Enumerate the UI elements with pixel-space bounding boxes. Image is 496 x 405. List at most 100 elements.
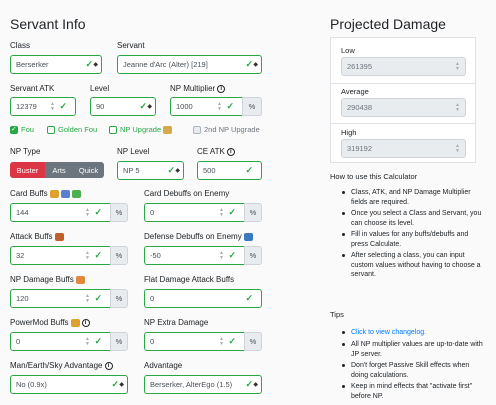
attack-buffs-value: 32 [16, 251, 25, 260]
buff-icon [71, 189, 81, 198]
np-multiplier-input[interactable]: 1000 ▲ ▼ ✓ [170, 97, 243, 116]
powermod-value: 0 [16, 337, 21, 346]
advantage-value: Berserker, AlterEgo (1.5) [150, 380, 233, 389]
info-icon[interactable]: i [81, 318, 90, 327]
spinner-icon[interactable]: ▲ ▼ [50, 102, 55, 112]
check-icon: ✓ [94, 207, 102, 217]
flat-damage-input[interactable]: 0 ✓ [144, 289, 262, 308]
projected-damage-title: Projected Damage [330, 16, 446, 32]
np-damage-buffs-value: 120 [16, 294, 29, 303]
spinner-icon[interactable]: ▲ ▼ [219, 251, 224, 261]
spinner-icon[interactable]: ▲ ▼ [85, 294, 90, 304]
check-icon: ✓ [94, 336, 102, 346]
defense-debuffs-input[interactable]: -50 ▲ ▼ ✓ [144, 246, 245, 265]
man-earth-sky-select[interactable]: No (0.9x) ✓ ◆ [10, 375, 128, 394]
powermod-input[interactable]: 0 ▲ ▼ ✓ [10, 332, 111, 351]
golden-fou-label: Golden Fou [58, 125, 98, 134]
man-earth-sky-label: Man/Earth/Sky Advantage i [10, 361, 113, 371]
chevron-icon: ◆ [253, 62, 258, 68]
servant-select[interactable]: Jeanne d'Arc (Alter) [219] ✓ ◆ [117, 55, 262, 74]
atk-input[interactable]: 12379 ▲ ▼ ✓ [10, 97, 76, 116]
spinner-icon[interactable]: ▲ ▼ [219, 337, 224, 347]
check-icon: ✓ [94, 293, 102, 303]
chevron-icon: ◆ [253, 382, 258, 388]
second-np-upgrade-checkbox[interactable] [193, 126, 201, 134]
attack-buffs-unit: % [110, 246, 128, 265]
card-debuffs-unit: % [244, 203, 262, 222]
attack-buffs-input[interactable]: 32 ▲ ▼ ✓ [10, 246, 111, 265]
flat-damage-value: 0 [150, 294, 155, 303]
card-debuffs-value: 0 [150, 208, 155, 217]
arts-button[interactable]: Arts [45, 162, 73, 178]
np-extra-label: NP Extra Damage [144, 318, 209, 327]
level-select[interactable]: 90 ✓ ◆ [90, 97, 156, 116]
spinner-icon[interactable]: ▲ ▼ [85, 251, 90, 261]
man-earth-sky-value: No (0.9x) [16, 380, 47, 389]
tip-item-2: Don't forget Passive Skill effects when … [342, 361, 487, 380]
spinner-icon[interactable]: ▲ ▼ [85, 337, 90, 347]
np-level-value: NP 5 [123, 166, 140, 175]
how-item-2: Once you select a Class and Servant, you… [342, 209, 487, 228]
info-icon[interactable]: i [217, 84, 226, 93]
golden-fou-checkbox[interactable] [47, 126, 55, 134]
np-extra-input[interactable]: 0 ▲ ▼ ✓ [144, 332, 245, 351]
powermod-label: PowerMod Buffs i [10, 318, 90, 328]
card-debuffs-input[interactable]: 0 ▲ ▼ ✓ [144, 203, 245, 222]
servant-value: Jeanne d'Arc (Alter) [219] [123, 60, 208, 69]
advantage-select[interactable]: Berserker, AlterEgo (1.5) ✓ ◆ [144, 375, 262, 394]
spinner-icon[interactable]: ▲ ▼ [217, 102, 222, 112]
check-icon: ✓ [139, 101, 147, 111]
changelog-link[interactable]: Click to view changelog. [342, 328, 487, 338]
check-icon: ✓ [245, 293, 253, 303]
np-multiplier-unit: % [242, 97, 262, 116]
class-select[interactable]: Berserker ✓ ◆ [10, 55, 102, 74]
info-icon[interactable]: i [104, 361, 113, 370]
low-label: Low [341, 46, 355, 55]
buff-icon [60, 189, 70, 198]
check-icon: ✓ [228, 207, 236, 217]
how-item-3: Fill in values for any buffs/debuffs and… [342, 230, 487, 249]
chevron-icon: ◆ [175, 168, 180, 174]
high-label: High [341, 128, 357, 137]
check-icon: ✓ [167, 165, 175, 175]
check-icon: ✓ [94, 250, 102, 260]
fou-checkbox[interactable] [10, 125, 18, 134]
np-upgrade-checkbox[interactable] [109, 126, 117, 134]
powermod-unit: % [110, 332, 128, 351]
np-level-select[interactable]: NP 5 ✓ ◆ [117, 161, 184, 180]
ce-atk-value: 500 [203, 166, 216, 175]
advantage-label: Advantage [144, 361, 183, 370]
divider [331, 123, 475, 124]
np-multiplier-label: NP Multiplier i [170, 84, 226, 94]
chevron-icon: ◆ [119, 382, 124, 388]
fou-label: Fou [21, 125, 34, 134]
level-label: Level [90, 84, 110, 93]
high-output: 319192 ▲ ▼ [341, 139, 466, 158]
check-icon: ✓ [111, 379, 119, 389]
how-item-1: Class, ATK, and NP Damage Multiplier fie… [342, 188, 487, 207]
buff-icon [49, 189, 59, 198]
np-extra-unit: % [244, 332, 262, 351]
check-icon: ✓ [228, 250, 236, 260]
class-label: Class [10, 41, 31, 50]
quick-button[interactable]: Quick [73, 162, 104, 178]
atk-label: Servant ATK [10, 84, 55, 93]
card-buffs-input[interactable]: 144 ▲ ▼ ✓ [10, 203, 111, 222]
average-output: 290438 ▲ ▼ [341, 98, 466, 117]
check-icon: ✓ [245, 165, 253, 175]
np-multiplier-value: 1000 [176, 102, 193, 111]
card-buffs-value: 144 [16, 208, 29, 217]
low-output: 261395 ▲ ▼ [341, 57, 466, 76]
attack-buffs-label: Attack Buffs [10, 232, 64, 242]
buster-button[interactable]: Buster [10, 162, 45, 178]
spinner-icon[interactable]: ▲ ▼ [85, 208, 90, 218]
ce-atk-label: CE ATK i [197, 147, 235, 157]
check-icon: ✓ [245, 379, 253, 389]
np-damage-buffs-input[interactable]: 120 ▲ ▼ ✓ [10, 289, 111, 308]
tip-item-1: All NP multiplier values are up-to-date … [342, 340, 487, 359]
ce-atk-input[interactable]: 500 ✓ [197, 161, 262, 180]
np-type-label: NP Type [10, 147, 41, 156]
defense-debuffs-value: -50 [150, 251, 161, 260]
spinner-icon[interactable]: ▲ ▼ [219, 208, 224, 218]
info-icon[interactable]: i [226, 147, 235, 156]
